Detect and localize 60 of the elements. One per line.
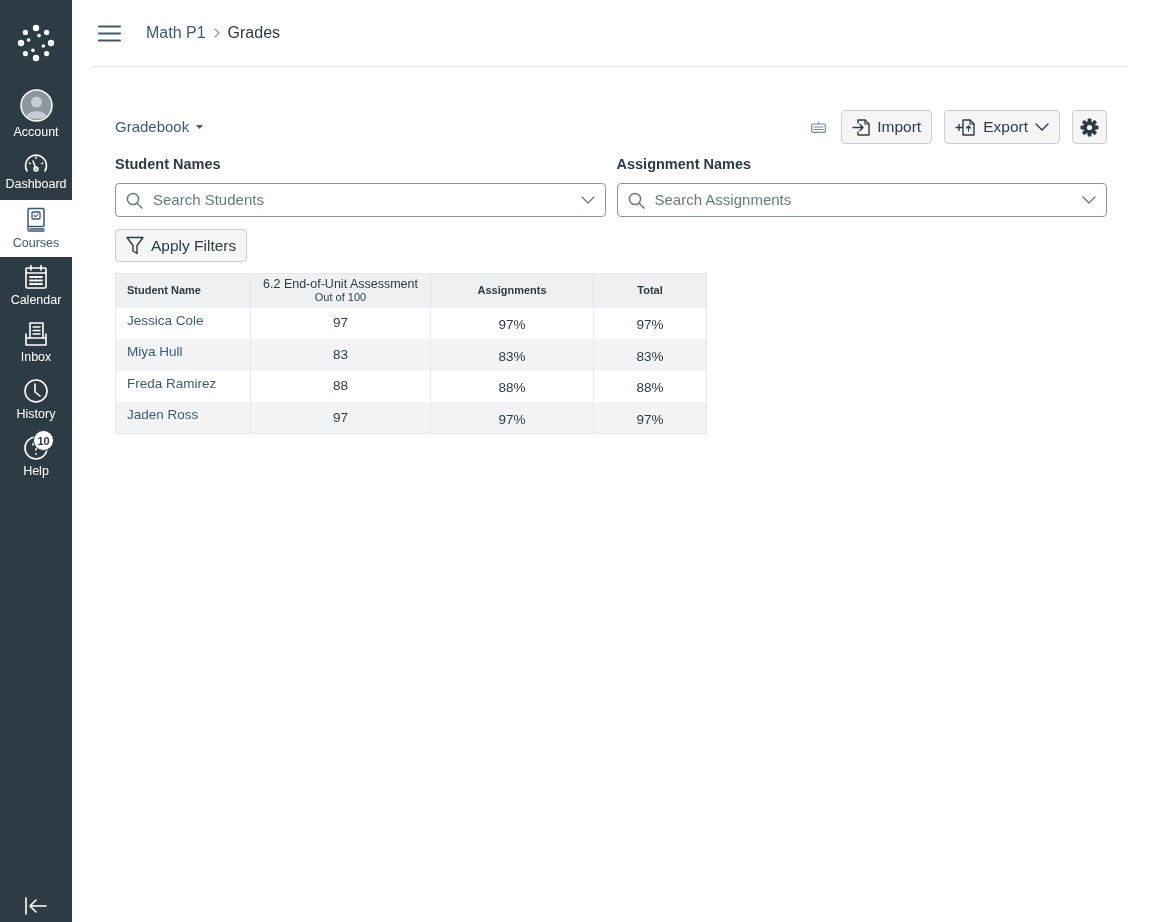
inbox-icon [24,320,48,347]
column-header[interactable]: 6.2 End-of-Unit Assessment Out of 100 [250,273,431,308]
chevron-down-icon [580,196,595,204]
export-button[interactable]: Export [944,110,1060,144]
sidebar-nav-item[interactable]: Account [0,86,72,143]
grade-value: 88% [498,380,526,396]
grade-value: 97 [333,315,348,331]
dotted-circle-logo-icon[interactable] [16,23,56,63]
filter-label: Student Names [115,155,222,174]
grade-value: 97% [636,411,664,427]
apply-filters-button[interactable]: Apply Filters [115,229,248,262]
grade-value: 97 [333,409,348,425]
sidebar-nav-item[interactable]: Calendar [0,257,72,314]
calendar-icon [24,263,48,290]
notification-badge: 10 [33,430,54,451]
clock-icon [23,377,49,404]
collapse-sidebar-icon[interactable] [24,896,48,916]
search-select-field[interactable]: Search Students [115,183,606,217]
grade-value: 83 [333,346,348,362]
sidebar-nav-item[interactable]: Courses [0,200,72,257]
chevron-down-icon [1035,123,1049,131]
view-menu-button[interactable]: Gradebook [115,115,204,139]
settings-gear-icon [1080,117,1099,137]
book-icon [25,206,47,233]
sidebar-nav-item[interactable]: Dashboard [0,143,72,200]
sidebar-nav-item[interactable]: History [0,371,72,428]
search-select-field[interactable]: Search Assignments [616,183,1107,217]
grade-value: 83% [498,348,526,364]
column-header[interactable]: Student Name [115,273,251,308]
student-name-link[interactable]: Jessica Cole [127,312,204,328]
caret-down-icon [196,125,204,129]
grade-value: 97% [636,317,664,333]
export-icon [955,117,977,137]
chevron-right-icon [213,28,220,38]
chevron-down-icon [1082,196,1096,204]
search-input[interactable]: Search Assignments [654,189,1072,211]
grade-value: 97% [498,317,526,333]
sidebar-nav-item[interactable]: Inbox [0,314,72,371]
grade-value: 88% [636,380,664,396]
avatar-icon [19,89,53,122]
grade-value: 88 [333,378,348,394]
filter-label: Assignment Names [616,155,753,174]
keyboard-icon[interactable] [811,121,827,133]
student-name-link[interactable]: Freda Ramirez [127,375,217,391]
search-icon [627,191,645,209]
gauge-icon [23,151,49,174]
column-header[interactable]: Assignments [430,273,594,308]
import-icon [852,117,872,137]
breadcrumb-link[interactable]: Math P1 [146,21,206,45]
search-input[interactable]: Search Students [153,189,571,211]
grade-value: 83% [636,348,664,364]
column-header[interactable]: Total [593,273,707,308]
funnel-icon [126,236,144,255]
menu-icon[interactable] [98,24,121,42]
grade-value: 97% [498,411,526,427]
settings-button[interactable] [1072,110,1107,144]
breadcrumb-current: Grades [227,23,281,43]
import-button[interactable]: Import [841,110,933,144]
search-icon [126,191,143,209]
sidebar-nav-item[interactable]: Help 10 [0,428,72,485]
